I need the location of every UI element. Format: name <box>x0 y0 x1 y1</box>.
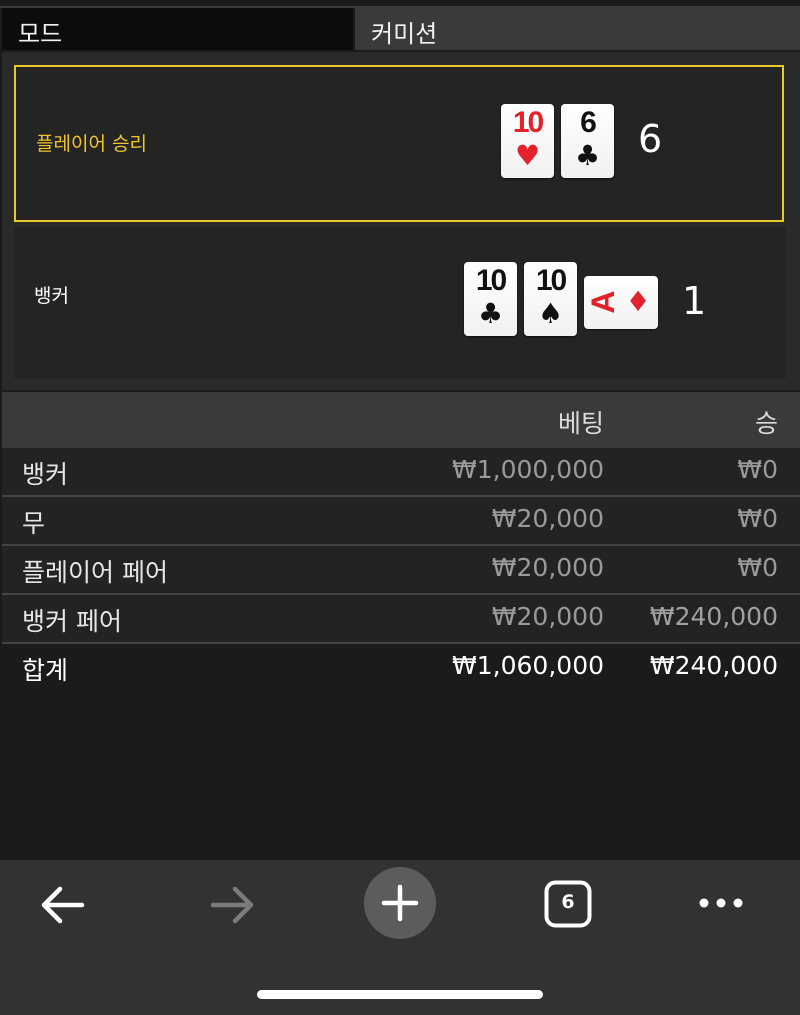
total-bet: ₩1,060,000 <box>452 651 604 680</box>
baccarat-history-view: 모드 커미션 플레이어 승리 10 ♥ 6 ♣ 6 뱅커 10 ♣ 10 ♠ A… <box>0 0 800 860</box>
table-row: 뱅커 ₩1,000,000 ₩0 <box>2 448 800 497</box>
win-amount: ₩0 <box>737 553 778 582</box>
new-tab-button[interactable] <box>364 867 436 939</box>
player-result-label: 플레이어 승리 <box>36 133 147 155</box>
win-amount: ₩0 <box>737 504 778 533</box>
tabs-button[interactable]: 6 <box>544 880 592 928</box>
arrow-right-icon[interactable] <box>207 882 257 928</box>
bet-type: 뱅커 <box>22 460 69 489</box>
plus-icon <box>364 867 436 939</box>
table-total-row: 합계 ₩1,060,000 ₩240,000 <box>2 644 800 691</box>
banker-card-3-rotated: A ♦ <box>584 276 658 329</box>
banker-card-2: 10 ♠ <box>524 262 577 336</box>
mode-row: 모드 커미션 <box>0 8 800 50</box>
player-total: 6 <box>638 117 663 161</box>
bet-table: 베팅 승 뱅커 ₩1,000,000 ₩0 무 ₩20,000 ₩0 플레이어 … <box>2 392 800 691</box>
top-divider <box>0 0 800 8</box>
card-rank: 10 <box>475 264 507 297</box>
card-rank: 10 <box>512 106 544 139</box>
banker-hand: 뱅커 10 ♣ 10 ♠ A ♦ 1 <box>14 227 786 379</box>
diamond-suit-icon: ♦ <box>625 285 651 318</box>
table-header: 베팅 승 <box>2 392 800 448</box>
spade-suit-icon: ♠ <box>537 297 564 330</box>
mode-value: 커미션 <box>371 20 438 48</box>
round-result: 플레이어 승리 10 ♥ 6 ♣ 6 뱅커 10 ♣ 10 ♠ A ♦ 1 <box>2 52 800 390</box>
arrow-left-icon[interactable] <box>38 882 88 928</box>
card-rank: 6 <box>580 106 597 139</box>
mode-label-cell: 모드 <box>2 8 353 50</box>
header-win: 승 <box>754 409 778 438</box>
banker-card-1: 10 ♣ <box>464 262 517 336</box>
table-row: 뱅커 페어 ₩20,000 ₩240,000 <box>2 595 800 644</box>
bet-type: 무 <box>22 509 46 538</box>
bet-type: 플레이어 페어 <box>22 558 168 587</box>
player-card-1: 10 ♥ <box>501 104 554 178</box>
win-amount: ₩0 <box>737 455 778 484</box>
tab-count: 6 <box>561 891 575 913</box>
total-label: 합계 <box>22 656 69 685</box>
ellipsis-icon[interactable] <box>696 893 746 913</box>
card-rank: A <box>585 290 621 314</box>
table-row: 플레이어 페어 ₩20,000 ₩0 <box>2 546 800 595</box>
banker-total: 1 <box>682 279 707 323</box>
header-bet: 베팅 <box>557 409 604 438</box>
bet-amount: ₩20,000 <box>491 602 604 631</box>
club-suit-icon: ♣ <box>477 297 504 330</box>
club-suit-icon: ♣ <box>574 139 601 172</box>
mode-value-cell: 커미션 <box>355 8 800 50</box>
banker-label: 뱅커 <box>34 285 69 307</box>
table-row: 무 ₩20,000 ₩0 <box>2 497 800 546</box>
bet-type: 뱅커 페어 <box>22 607 122 636</box>
win-amount: ₩240,000 <box>649 602 778 631</box>
player-card-2: 6 ♣ <box>561 104 614 178</box>
mode-label: 모드 <box>18 20 63 48</box>
bet-amount: ₩1,000,000 <box>452 455 604 484</box>
home-indicator[interactable] <box>257 990 543 999</box>
total-win: ₩240,000 <box>649 651 778 680</box>
heart-suit-icon: ♥ <box>514 139 541 172</box>
player-hand-winner: 플레이어 승리 10 ♥ 6 ♣ 6 <box>14 65 784 222</box>
bet-amount: ₩20,000 <box>491 504 604 533</box>
bet-amount: ₩20,000 <box>491 553 604 582</box>
card-rank: 10 <box>535 264 567 297</box>
